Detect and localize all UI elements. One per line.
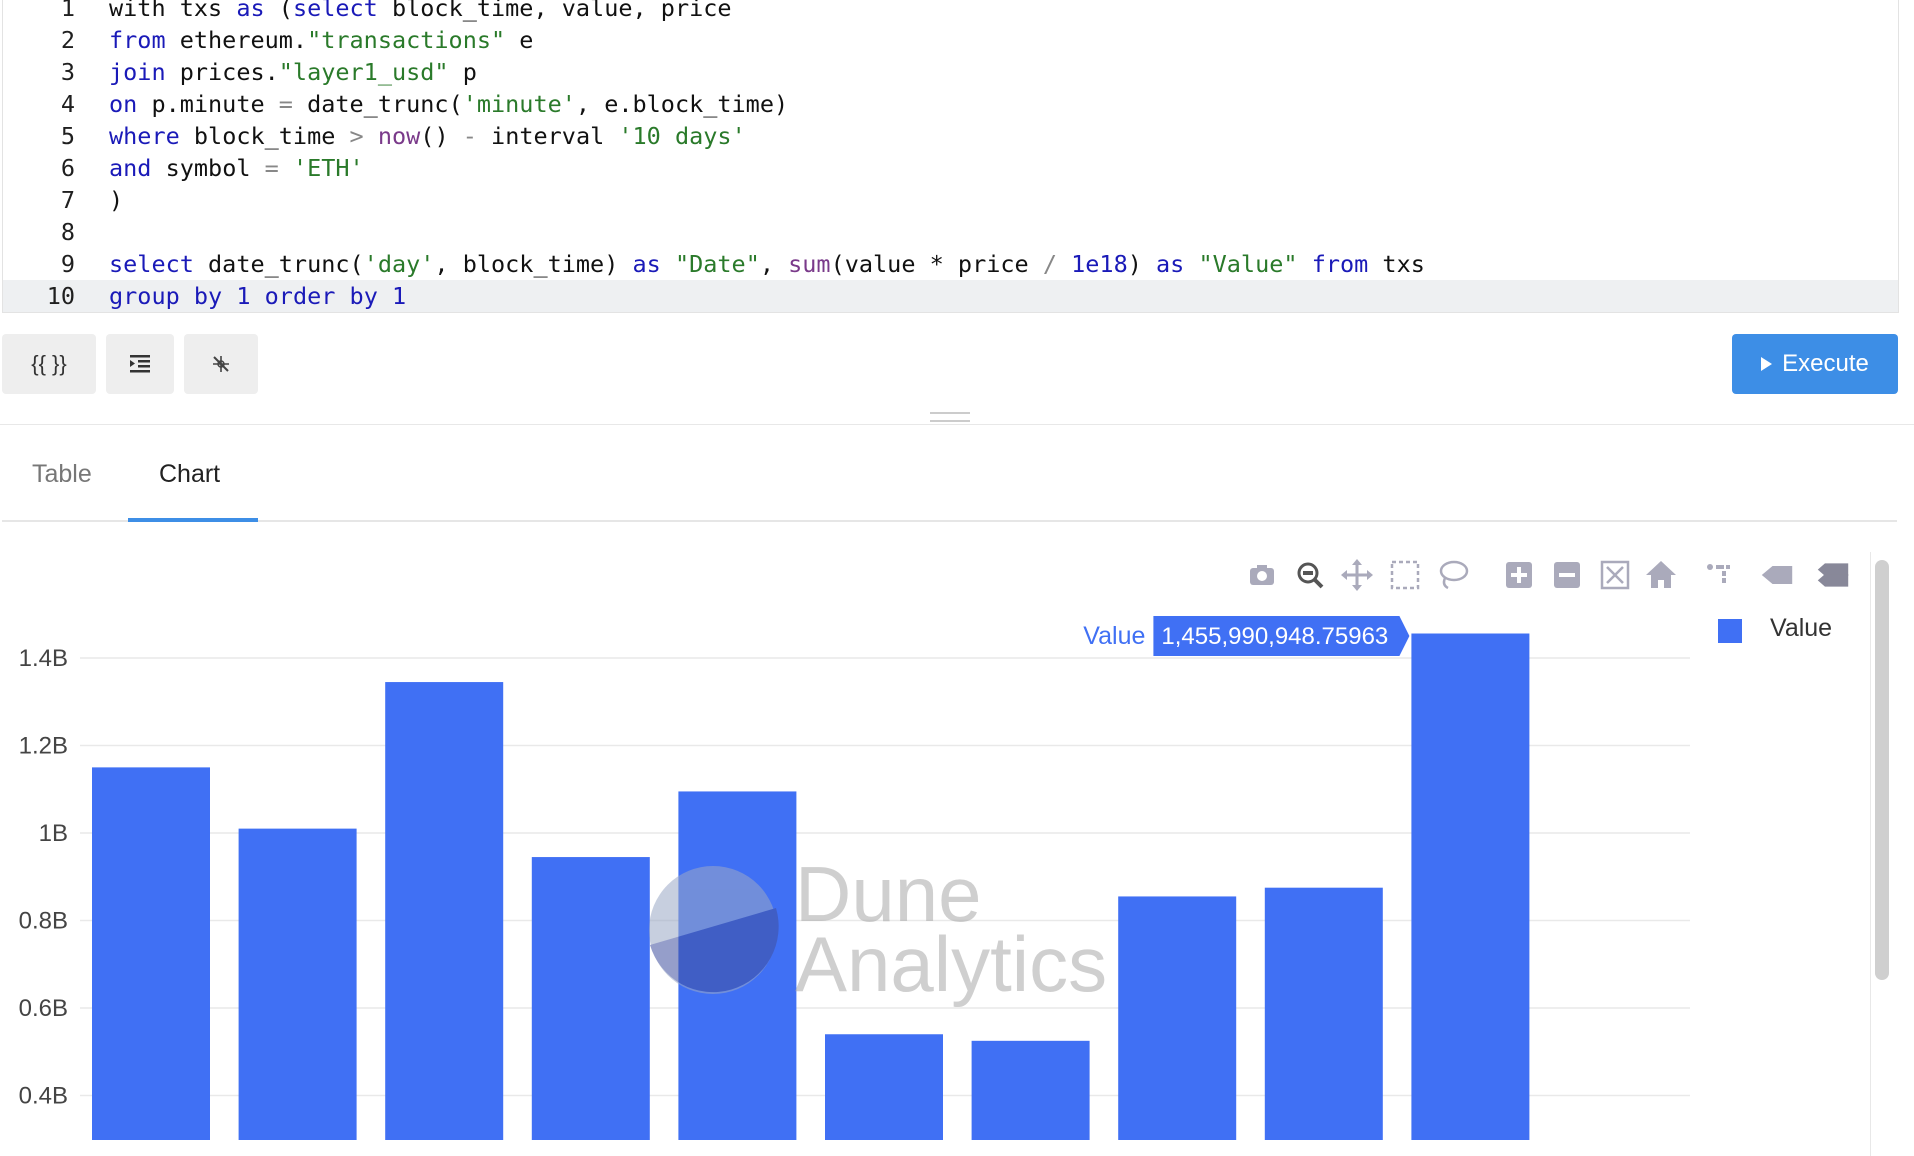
- execute-button[interactable]: Execute: [1732, 334, 1898, 394]
- bar[interactable]: [1411, 633, 1530, 1140]
- code-line[interactable]: 8: [3, 216, 1898, 248]
- reset-axes-icon[interactable]: [1644, 558, 1678, 592]
- sql-editor[interactable]: 1 with txs as (select block_time, value, …: [2, 0, 1899, 313]
- y-tick-label: 1B: [39, 820, 68, 847]
- code-text[interactable]: select date_trunc('day', block_time) as …: [109, 248, 1425, 280]
- code-line[interactable]: 2 from ethereum."transactions" e: [3, 24, 1898, 56]
- bar[interactable]: [385, 682, 504, 1140]
- hover-tooltip: [1153, 616, 1410, 656]
- code-line[interactable]: 6 and symbol = 'ETH': [3, 152, 1898, 184]
- spike-lines-icon[interactable]: [1702, 558, 1736, 592]
- resize-handle[interactable]: [930, 412, 970, 422]
- watermark-text: Dune: [795, 850, 981, 938]
- tab-table[interactable]: Table: [32, 460, 92, 489]
- code-line[interactable]: 7): [3, 184, 1898, 216]
- code-line[interactable]: 9 select date_trunc('day', block_time) as…: [3, 248, 1898, 280]
- y-tick-label: 0.4B: [19, 1083, 68, 1110]
- y-tick-label: 0.8B: [19, 908, 68, 935]
- y-tick-label: 1.4B: [19, 645, 68, 672]
- hover-closest-icon[interactable]: [1760, 558, 1794, 592]
- dune-watermark: DuneAnalytics: [649, 850, 1107, 1008]
- zoom-icon[interactable]: [1293, 558, 1327, 592]
- y-tick-label: 0.6B: [19, 995, 68, 1022]
- bar[interactable]: [238, 828, 357, 1140]
- active-tab-indicator: [128, 518, 258, 522]
- divider: [0, 424, 1914, 425]
- chart-scrollbar[interactable]: [1875, 560, 1889, 980]
- autoscale-icon[interactable]: [1598, 558, 1632, 592]
- bar[interactable]: [531, 857, 650, 1140]
- line-number: 7: [60, 186, 75, 214]
- tabs-divider: [2, 520, 1897, 522]
- line-number: 5: [60, 122, 75, 150]
- line-number: 8: [60, 218, 75, 246]
- line-number: 2: [60, 26, 75, 54]
- template-button[interactable]: {{ }}: [2, 334, 96, 394]
- code-text[interactable]: where block_time > now() - interval '10 …: [109, 120, 746, 152]
- y-tick-label: 1.2B: [19, 733, 68, 760]
- zoom-in-icon[interactable]: [1502, 558, 1536, 592]
- zoom-out-icon[interactable]: [1550, 558, 1584, 592]
- line-number: 4: [60, 90, 75, 118]
- code-text[interactable]: from ethereum."transactions" e: [109, 24, 533, 56]
- bar[interactable]: [678, 791, 797, 1140]
- code-line[interactable]: 4 on p.minute = date_trunc('minute', e.bl…: [3, 88, 1898, 120]
- pan-icon[interactable]: [1340, 558, 1374, 592]
- line-number: 10: [46, 282, 75, 310]
- bar[interactable]: [825, 1034, 943, 1140]
- bar[interactable]: [1118, 896, 1237, 1140]
- hover-series-name: Value: [1083, 622, 1145, 650]
- execute-label: Execute: [1782, 350, 1869, 377]
- autocomplete-toggle-button[interactable]: [184, 334, 258, 394]
- hover-value: 1,455,990,948.75963: [1161, 623, 1388, 650]
- code-text[interactable]: group by 1 order by 1: [109, 280, 406, 312]
- legend-label[interactable]: Value: [1770, 614, 1832, 643]
- watermark-text: Analytics: [795, 920, 1107, 1008]
- bar[interactable]: [92, 767, 210, 1140]
- code-text[interactable]: with txs as (select block_time, value, p…: [109, 0, 732, 24]
- bar[interactable]: [1264, 887, 1383, 1140]
- line-number: 3: [60, 58, 75, 86]
- line-number: 9: [60, 250, 75, 278]
- play-icon: [1761, 357, 1773, 371]
- code-text[interactable]: and symbol = 'ETH': [109, 152, 364, 184]
- tab-chart[interactable]: Chart: [159, 460, 220, 489]
- line-number: 6: [60, 154, 75, 182]
- indent-button[interactable]: [106, 334, 174, 394]
- legend-swatch[interactable]: [1718, 619, 1742, 643]
- bar[interactable]: [971, 1040, 1090, 1140]
- indent-icon: [130, 355, 150, 373]
- code-text[interactable]: on p.minute = date_trunc('minute', e.blo…: [109, 88, 788, 120]
- line-number: 1: [60, 0, 75, 22]
- hover-compare-icon[interactable]: [1816, 558, 1850, 592]
- template-button-label: {{ }}: [31, 351, 67, 376]
- code-text[interactable]: join prices."layer1_usd" p: [109, 56, 477, 88]
- code-line[interactable]: 1 with txs as (select block_time, value, …: [3, 0, 1898, 24]
- code-line[interactable]: 3 join prices."layer1_usd" p: [3, 56, 1898, 88]
- code-line[interactable]: 5 where block_time > now() - interval '10…: [3, 120, 1898, 152]
- lasso-icon[interactable]: [1436, 558, 1470, 592]
- code-text[interactable]: ): [109, 184, 123, 216]
- camera-icon[interactable]: [1245, 558, 1279, 592]
- magic-off-icon: [213, 356, 229, 372]
- box-select-icon[interactable]: [1388, 558, 1422, 592]
- code-line[interactable]: 10 group by 1 order by 1: [3, 280, 1898, 312]
